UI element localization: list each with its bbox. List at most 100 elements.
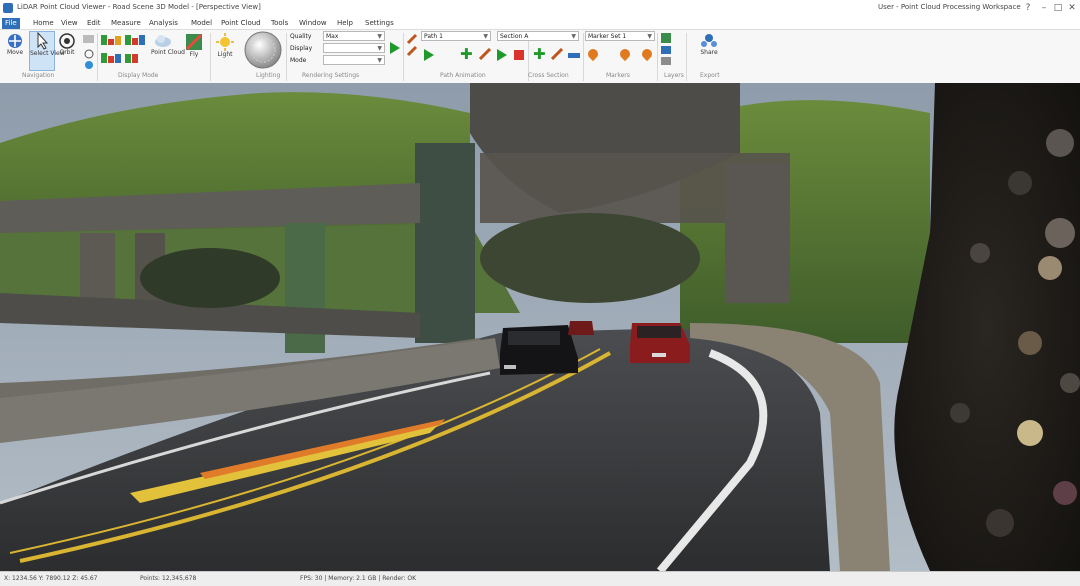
navigation-group-label: Navigation bbox=[22, 72, 55, 79]
display-label: Display bbox=[290, 45, 313, 52]
fly-label: Fly bbox=[189, 51, 199, 58]
path-animation-group-label: Path Animation bbox=[440, 72, 486, 79]
cursor-icon bbox=[37, 32, 49, 50]
edit-pencil-icon[interactable] bbox=[479, 48, 491, 60]
menu-point-cloud[interactable]: Point Cloud bbox=[218, 18, 264, 29]
menu-model[interactable]: Model bbox=[188, 18, 215, 29]
menu-view[interactable]: View bbox=[58, 18, 81, 29]
status-bar: X: 1234.56 Y: 7890.12 Z: 45.67 Points: 1… bbox=[0, 571, 1080, 586]
marker-pin-icon[interactable] bbox=[585, 46, 601, 62]
fly-button[interactable]: Fly bbox=[182, 33, 206, 58]
chevron-down-icon: ▼ bbox=[377, 57, 382, 64]
move-button[interactable]: Move bbox=[4, 33, 26, 56]
share-icon bbox=[701, 34, 717, 47]
car-red bbox=[630, 323, 690, 363]
move-icon bbox=[8, 34, 22, 48]
menu-help[interactable]: Help bbox=[334, 18, 356, 29]
display-select[interactable]: ▼ bbox=[323, 43, 385, 53]
path-value: Path 1 bbox=[424, 33, 443, 40]
play-path-icon[interactable] bbox=[424, 49, 434, 61]
close-button[interactable]: ✕ bbox=[1066, 2, 1078, 14]
sun-icon bbox=[216, 33, 234, 51]
menu-tools[interactable]: Tools bbox=[268, 18, 291, 29]
play-icon[interactable] bbox=[497, 49, 507, 61]
menu-file[interactable]: File bbox=[2, 18, 20, 29]
3d-viewport[interactable] bbox=[0, 83, 1080, 571]
light-button[interactable]: Light bbox=[214, 33, 236, 58]
menu-measure[interactable]: Measure bbox=[108, 18, 144, 29]
cloud-icon bbox=[155, 35, 171, 47]
coordinates-readout: X: 1234.56 Y: 7890.12 Z: 45.67 bbox=[4, 575, 98, 582]
orbit-button[interactable]: Orbit bbox=[56, 33, 78, 56]
layers-icon[interactable] bbox=[660, 32, 672, 68]
chevron-down-icon: ▼ bbox=[571, 33, 576, 40]
edit-section-icon[interactable] bbox=[551, 48, 563, 60]
section-tool-icon[interactable] bbox=[568, 50, 580, 62]
orbit-label: Orbit bbox=[59, 49, 75, 56]
move-label: Move bbox=[6, 49, 24, 56]
render-mode-icons[interactable] bbox=[101, 33, 147, 69]
section-value: Section A bbox=[500, 33, 529, 40]
light-label: Light bbox=[217, 51, 233, 58]
orbit-icon bbox=[59, 33, 75, 49]
separator bbox=[97, 33, 98, 81]
stop-icon[interactable] bbox=[514, 50, 524, 60]
select-view-button[interactable]: Select View bbox=[29, 31, 65, 71]
rendering-settings-group-label: Rendering Settings bbox=[302, 72, 360, 79]
share-button[interactable]: Share bbox=[694, 33, 724, 56]
marker-select[interactable]: Marker Set 1 ▼ bbox=[585, 31, 655, 41]
separator bbox=[686, 33, 687, 81]
quality-select[interactable]: Max ▼ bbox=[323, 31, 385, 41]
chevron-down-icon: ▼ bbox=[483, 33, 488, 40]
pencil-icon[interactable] bbox=[406, 33, 418, 57]
minimize-button[interactable]: – bbox=[1038, 2, 1050, 14]
menu-analysis[interactable]: Analysis bbox=[146, 18, 181, 29]
performance-status: FPS: 30 | Memory: 2.1 GB | Render: OK bbox=[300, 575, 417, 582]
chevron-down-icon: ▼ bbox=[377, 45, 382, 52]
markers-group-label: Markers bbox=[606, 72, 630, 79]
mode-select[interactable]: ▼ bbox=[323, 55, 385, 65]
maximize-button[interactable]: □ bbox=[1052, 2, 1064, 14]
title-bar: LiDAR Point Cloud Viewer - Road Scene 3D… bbox=[0, 0, 1080, 18]
help-icon[interactable]: ? bbox=[1022, 2, 1034, 14]
app-icon bbox=[3, 3, 13, 13]
point-cloud-button[interactable]: Point Cloud bbox=[151, 33, 185, 56]
fly-icon bbox=[185, 33, 203, 51]
marker-value: Marker Set 1 bbox=[588, 33, 627, 40]
lighting-group-label: Lighting bbox=[256, 72, 281, 79]
play-icon[interactable] bbox=[390, 42, 400, 54]
chevron-down-icon: ▼ bbox=[377, 33, 382, 40]
add-section-icon[interactable]: ✚ bbox=[533, 47, 546, 62]
point-cloud-scene bbox=[0, 83, 1080, 571]
menu-home[interactable]: Home bbox=[30, 18, 57, 29]
add-icon[interactable]: ✚ bbox=[460, 47, 473, 62]
remove-marker-icon[interactable] bbox=[639, 46, 655, 62]
point-cloud-label: Point Cloud bbox=[151, 49, 185, 56]
zoom-tools-icon[interactable] bbox=[82, 34, 96, 70]
menu-edit[interactable]: Edit bbox=[84, 18, 104, 29]
share-label: Share bbox=[700, 49, 718, 56]
car-black bbox=[500, 325, 578, 375]
point-count: Points: 12,345,678 bbox=[140, 575, 197, 582]
menu-settings[interactable]: Settings bbox=[362, 18, 397, 29]
chevron-down-icon: ▼ bbox=[647, 33, 652, 40]
menu-window[interactable]: Window bbox=[296, 18, 330, 29]
section-select[interactable]: Section A ▼ bbox=[497, 31, 579, 41]
add-marker-icon[interactable] bbox=[617, 46, 633, 62]
ribbon-toolbar: Move Select View Orbit Navigation Point … bbox=[0, 29, 1080, 84]
user-info[interactable]: User - Point Cloud Processing Workspace bbox=[878, 3, 1021, 11]
quality-value: Max bbox=[326, 33, 339, 40]
window-title: LiDAR Point Cloud Viewer - Road Scene 3D… bbox=[17, 3, 261, 11]
view-dial-icon[interactable] bbox=[243, 30, 283, 70]
cross-section-group-label: Cross Section bbox=[528, 72, 569, 79]
separator bbox=[286, 33, 287, 81]
layers-group-label: Layers bbox=[664, 72, 684, 79]
separator bbox=[583, 33, 584, 81]
display-mode-group-label: Display Mode bbox=[118, 72, 159, 79]
quality-label: Quality bbox=[290, 33, 312, 40]
separator bbox=[210, 33, 211, 81]
separator bbox=[403, 33, 404, 81]
path-select[interactable]: Path 1 ▼ bbox=[421, 31, 491, 41]
export-group-label: Export bbox=[700, 72, 720, 79]
menu-bar: File Home View Edit Measure Analysis Mod… bbox=[0, 17, 1080, 29]
